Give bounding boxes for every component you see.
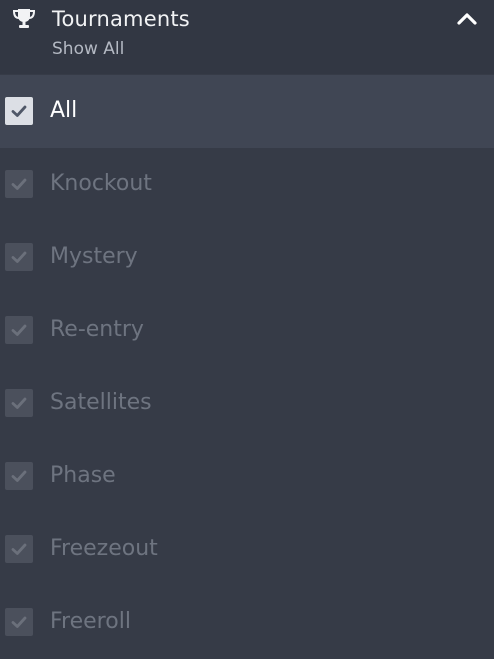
filter-label: Satellites xyxy=(50,390,152,415)
filter-list: All Knockout Mystery Re-entry Satellites… xyxy=(0,75,494,659)
filter-label: Knockout xyxy=(50,171,152,196)
filter-item-satellites[interactable]: Satellites xyxy=(0,367,494,440)
check-icon xyxy=(11,178,27,190)
check-icon xyxy=(11,105,27,117)
check-icon xyxy=(11,251,27,263)
filter-checkbox[interactable] xyxy=(5,97,33,125)
filter-item-all[interactable]: All xyxy=(0,75,494,148)
filter-label: Phase xyxy=(50,463,116,488)
filter-item-freezeout[interactable]: Freezeout xyxy=(0,513,494,586)
filter-checkbox[interactable] xyxy=(5,170,33,198)
trophy-icon xyxy=(12,9,36,28)
check-icon xyxy=(11,397,27,409)
filter-item-phase[interactable]: Phase xyxy=(0,440,494,513)
filter-checkbox[interactable] xyxy=(5,243,33,271)
filter-checkbox[interactable] xyxy=(5,608,33,636)
filter-checkbox[interactable] xyxy=(5,535,33,563)
filter-checkbox[interactable] xyxy=(5,462,33,490)
check-icon xyxy=(11,543,27,555)
filter-item-re-entry[interactable]: Re-entry xyxy=(0,294,494,367)
check-icon xyxy=(11,616,27,628)
filter-item-freeroll[interactable]: Freeroll xyxy=(0,586,494,659)
filter-label: All xyxy=(50,98,78,123)
check-icon xyxy=(11,324,27,336)
show-all-link[interactable]: Show All xyxy=(52,38,124,60)
tournaments-filter-panel: Tournaments Show All All Knockout Myster… xyxy=(0,0,494,652)
panel-title: Tournaments xyxy=(52,7,190,31)
panel-header: Tournaments Show All xyxy=(0,0,494,74)
filter-label: Freeroll xyxy=(50,609,131,634)
filter-item-knockout[interactable]: Knockout xyxy=(0,148,494,221)
filter-label: Mystery xyxy=(50,244,138,269)
chevron-up-icon[interactable] xyxy=(454,7,480,29)
check-icon xyxy=(11,470,27,482)
filter-item-mystery[interactable]: Mystery xyxy=(0,221,494,294)
filter-label: Freezeout xyxy=(50,536,158,561)
filter-checkbox[interactable] xyxy=(5,389,33,417)
filter-label: Re-entry xyxy=(50,317,144,342)
filter-checkbox[interactable] xyxy=(5,316,33,344)
